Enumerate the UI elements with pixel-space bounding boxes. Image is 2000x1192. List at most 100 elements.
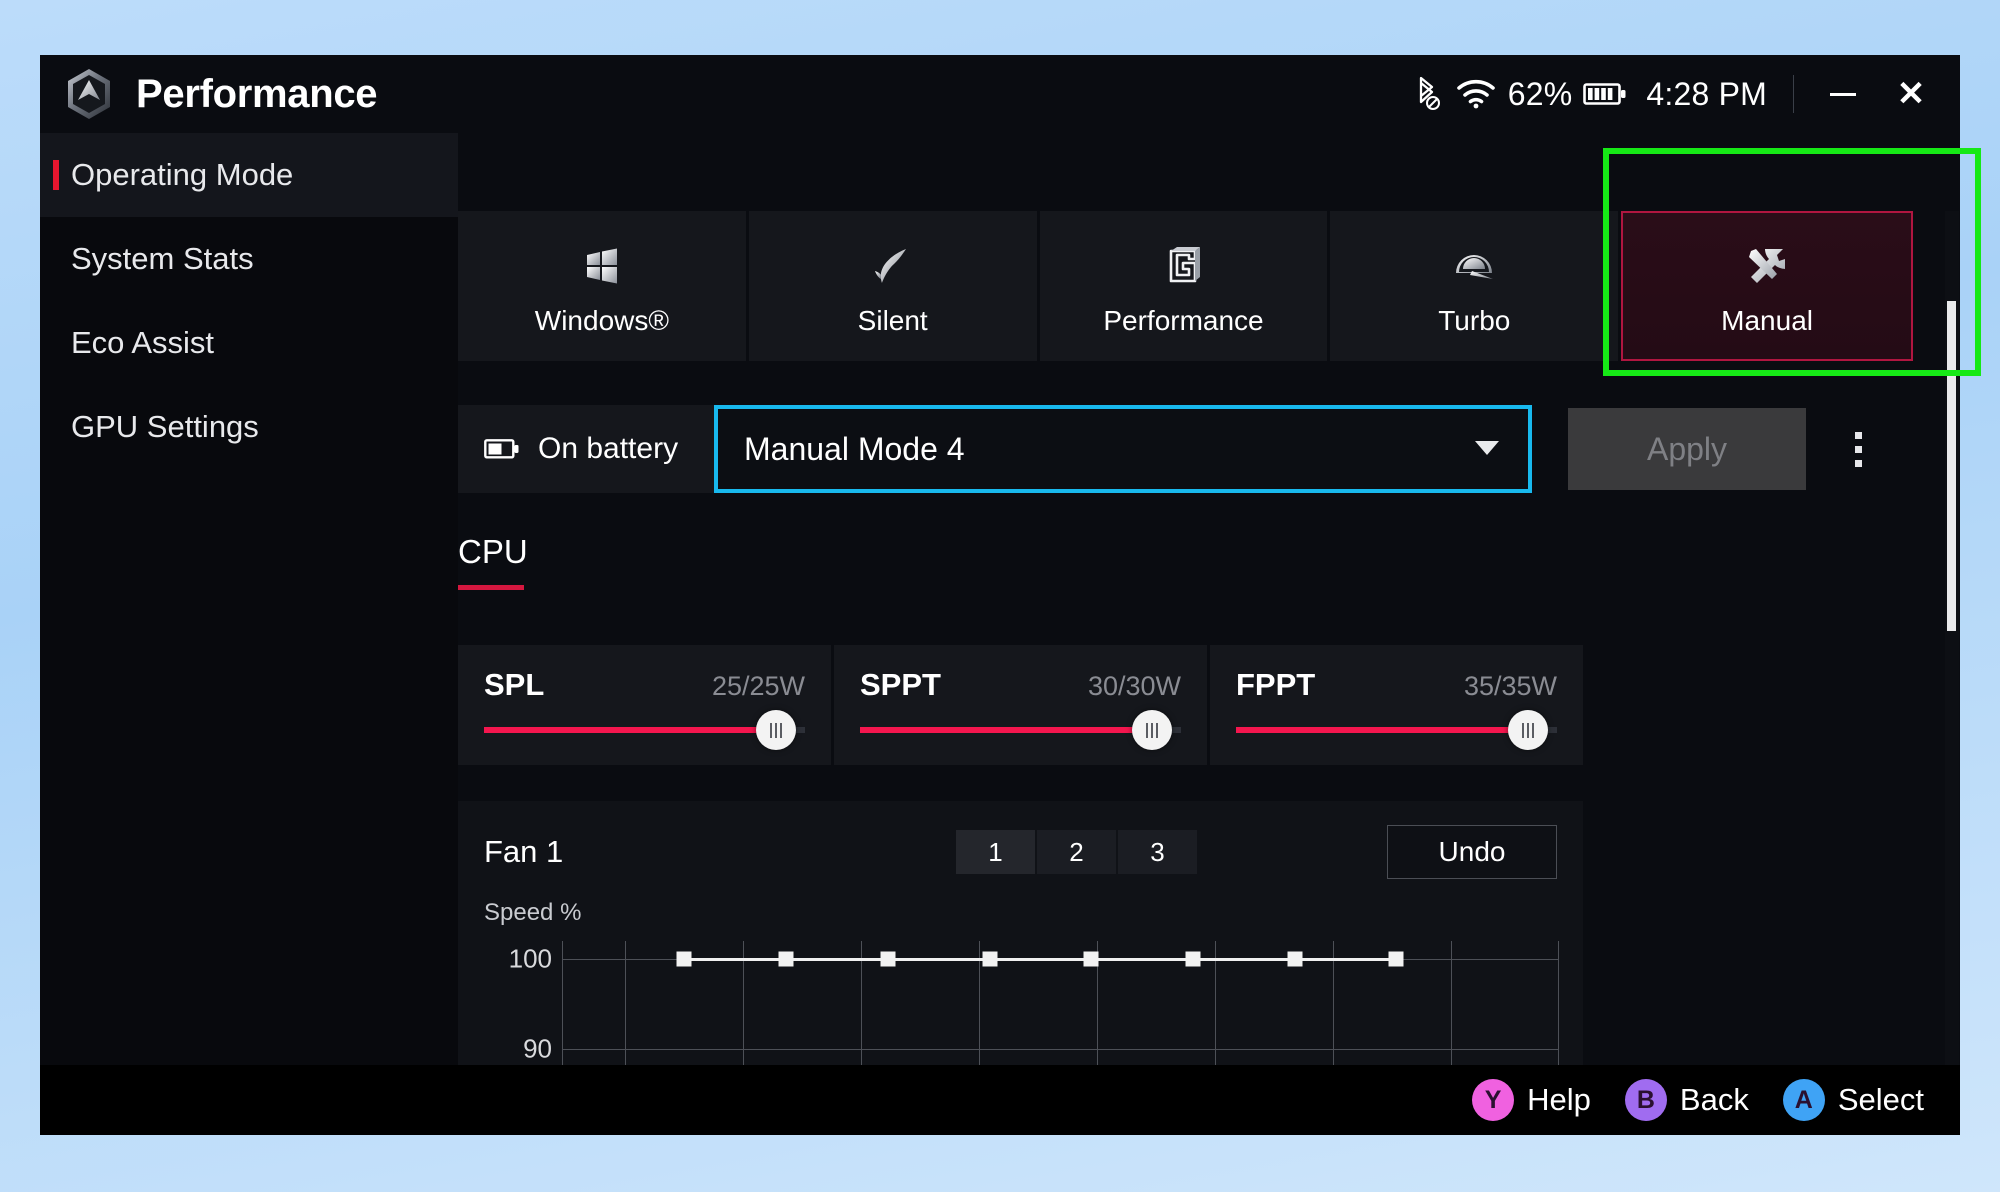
- slider-thumb-fppt[interactable]: [1508, 710, 1549, 750]
- performance-app-window: Performance 62% 4:28 PM ✕ Operating Mode…: [40, 55, 1960, 1135]
- sidebar-item-operating-mode[interactable]: Operating Mode: [40, 133, 458, 217]
- sidebar-item-label: GPU Settings: [71, 409, 259, 444]
- page-title: Performance: [136, 71, 378, 116]
- sidebar-item-eco-assist[interactable]: Eco Assist: [40, 301, 458, 385]
- fan-tab-3[interactable]: 3: [1118, 830, 1197, 874]
- wrench-screwdriver-icon: [1743, 235, 1791, 297]
- battery-percent-label: 62%: [1507, 75, 1573, 112]
- fan-tab-label: 3: [1150, 836, 1165, 867]
- mode-tile-turbo[interactable]: Turbo: [1330, 211, 1619, 361]
- sidebar-nav: Operating Mode System Stats Eco Assist G…: [40, 133, 458, 1135]
- slider-thumb-spl[interactable]: [756, 710, 797, 750]
- slider-value: 25/25W: [711, 671, 805, 701]
- battery-icon: [1578, 81, 1632, 107]
- operating-mode-tile-row: Windows® Silent Performance Turbo Manual: [458, 211, 1913, 361]
- bluetooth-disabled-icon: [1404, 76, 1450, 112]
- slider-track[interactable]: [1236, 710, 1557, 750]
- manual-mode-select[interactable]: Manual Mode 4: [714, 405, 1532, 493]
- apply-button-label: Apply: [1646, 430, 1728, 467]
- mode-tile-performance[interactable]: Performance: [1039, 211, 1328, 361]
- chart-data-point[interactable]: [1083, 951, 1099, 967]
- sidebar-item-label: System Stats: [71, 241, 254, 276]
- fan-tab-1[interactable]: 1: [956, 830, 1035, 874]
- slider-label: FPPT: [1236, 667, 1316, 702]
- sidebar-item-system-stats[interactable]: System Stats: [40, 217, 458, 301]
- gridline: [563, 1049, 1559, 1050]
- close-icon: ✕: [1896, 75, 1926, 113]
- chevron-down-icon: [1472, 437, 1502, 462]
- power-source-row: On battery Manual Mode 4 Apply: [458, 405, 1913, 493]
- sidebar-item-label: Eco Assist: [71, 325, 214, 360]
- title-bar: Performance 62% 4:28 PM ✕: [40, 55, 1960, 133]
- fan-panel-header: Fan 1 1 2 3 Undo: [484, 825, 1557, 879]
- undo-button[interactable]: Undo: [1387, 825, 1557, 879]
- slider-fill: [1236, 727, 1529, 733]
- windows-logo-icon: [579, 235, 625, 297]
- slider-card-fppt: FPPT 35/35W: [1210, 645, 1583, 765]
- chart-data-point[interactable]: [676, 951, 692, 967]
- speedometer-icon: [1450, 235, 1498, 297]
- cpu-section-heading: CPU: [458, 533, 528, 570]
- mode-tile-label: Turbo: [1438, 305, 1511, 336]
- slider-fill: [860, 727, 1153, 733]
- mode-tile-manual[interactable]: Manual: [1621, 211, 1913, 361]
- more-vertical-icon[interactable]: [1836, 414, 1880, 484]
- chart-data-point[interactable]: [1388, 951, 1404, 967]
- armoury-crate-logo-icon: [64, 67, 114, 121]
- battery-small-icon: [484, 438, 524, 460]
- mode-tile-label: Manual: [1721, 305, 1813, 336]
- chart-data-point[interactable]: [778, 951, 794, 967]
- gamepad-hint-bar: Y Help B Back A Select: [40, 1065, 1960, 1135]
- chart-y-axis-title: Speed %: [484, 899, 582, 926]
- slider-card-spl: SPL 25/25W: [458, 645, 831, 765]
- slider-track[interactable]: [484, 710, 805, 750]
- slider-card-sppt: SPPT 30/30W: [834, 645, 1207, 765]
- close-button[interactable]: ✕: [1884, 67, 1938, 121]
- fan-tab-label: 1: [988, 836, 1003, 867]
- cpu-slider-row: SPL 25/25W SPPT 30/30W FPPT 35/35W: [458, 645, 1583, 765]
- fan-panel-title: Fan 1: [484, 834, 564, 869]
- mode-tile-label: Windows®: [534, 305, 669, 336]
- y-tick-label: 90: [523, 1033, 552, 1064]
- chart-data-point[interactable]: [982, 951, 998, 967]
- mode-tile-silent[interactable]: Silent: [748, 211, 1037, 361]
- main-content: Windows® Silent Performance Turbo Manual…: [458, 133, 1960, 1135]
- hint-back[interactable]: B Back: [1624, 1079, 1749, 1121]
- apply-button[interactable]: Apply: [1568, 408, 1806, 490]
- titlebar-divider: [1793, 75, 1794, 113]
- content-scrollbar-thumb[interactable]: [1947, 301, 1956, 631]
- hint-label: Back: [1679, 1082, 1749, 1117]
- chart-data-point[interactable]: [1185, 951, 1201, 967]
- power-source-toggle[interactable]: On battery: [458, 405, 714, 493]
- fan-tab-2[interactable]: 2: [1037, 830, 1116, 874]
- slider-value: 30/30W: [1087, 671, 1181, 701]
- content-scrollbar-track[interactable]: [1945, 211, 1959, 1135]
- y-tick-label: 100: [508, 943, 552, 974]
- button-b-icon: B: [1624, 1079, 1667, 1121]
- cpu-section-underline: [458, 585, 524, 590]
- slider-label: SPL: [484, 667, 545, 702]
- hint-help[interactable]: Y Help: [1472, 1079, 1591, 1121]
- leaf-icon: [870, 235, 916, 297]
- mode-tile-windows[interactable]: Windows®: [458, 211, 746, 361]
- active-indicator: [53, 160, 59, 190]
- mode-tile-label: Performance: [1103, 305, 1264, 336]
- g-cube-icon: [1160, 235, 1206, 297]
- slider-fill: [484, 727, 777, 733]
- power-source-label: On battery: [538, 432, 679, 465]
- manual-mode-select-value: Manual Mode 4: [744, 430, 965, 467]
- chart-data-point[interactable]: [1287, 951, 1303, 967]
- sidebar-item-label: Operating Mode: [71, 157, 294, 192]
- hint-select[interactable]: A Select: [1782, 1079, 1924, 1121]
- minimize-button[interactable]: [1816, 67, 1870, 121]
- minimize-icon: [1830, 92, 1856, 96]
- sidebar-item-gpu-settings[interactable]: GPU Settings: [40, 385, 458, 469]
- chart-data-point[interactable]: [880, 951, 896, 967]
- clock-label: 4:28 PM: [1646, 75, 1767, 112]
- button-a-icon: A: [1782, 1079, 1825, 1121]
- slider-track[interactable]: [860, 710, 1181, 750]
- button-y-icon: Y: [1472, 1079, 1515, 1121]
- hint-label: Select: [1837, 1082, 1924, 1117]
- slider-thumb-sppt[interactable]: [1132, 710, 1173, 750]
- slider-label: SPPT: [860, 667, 941, 702]
